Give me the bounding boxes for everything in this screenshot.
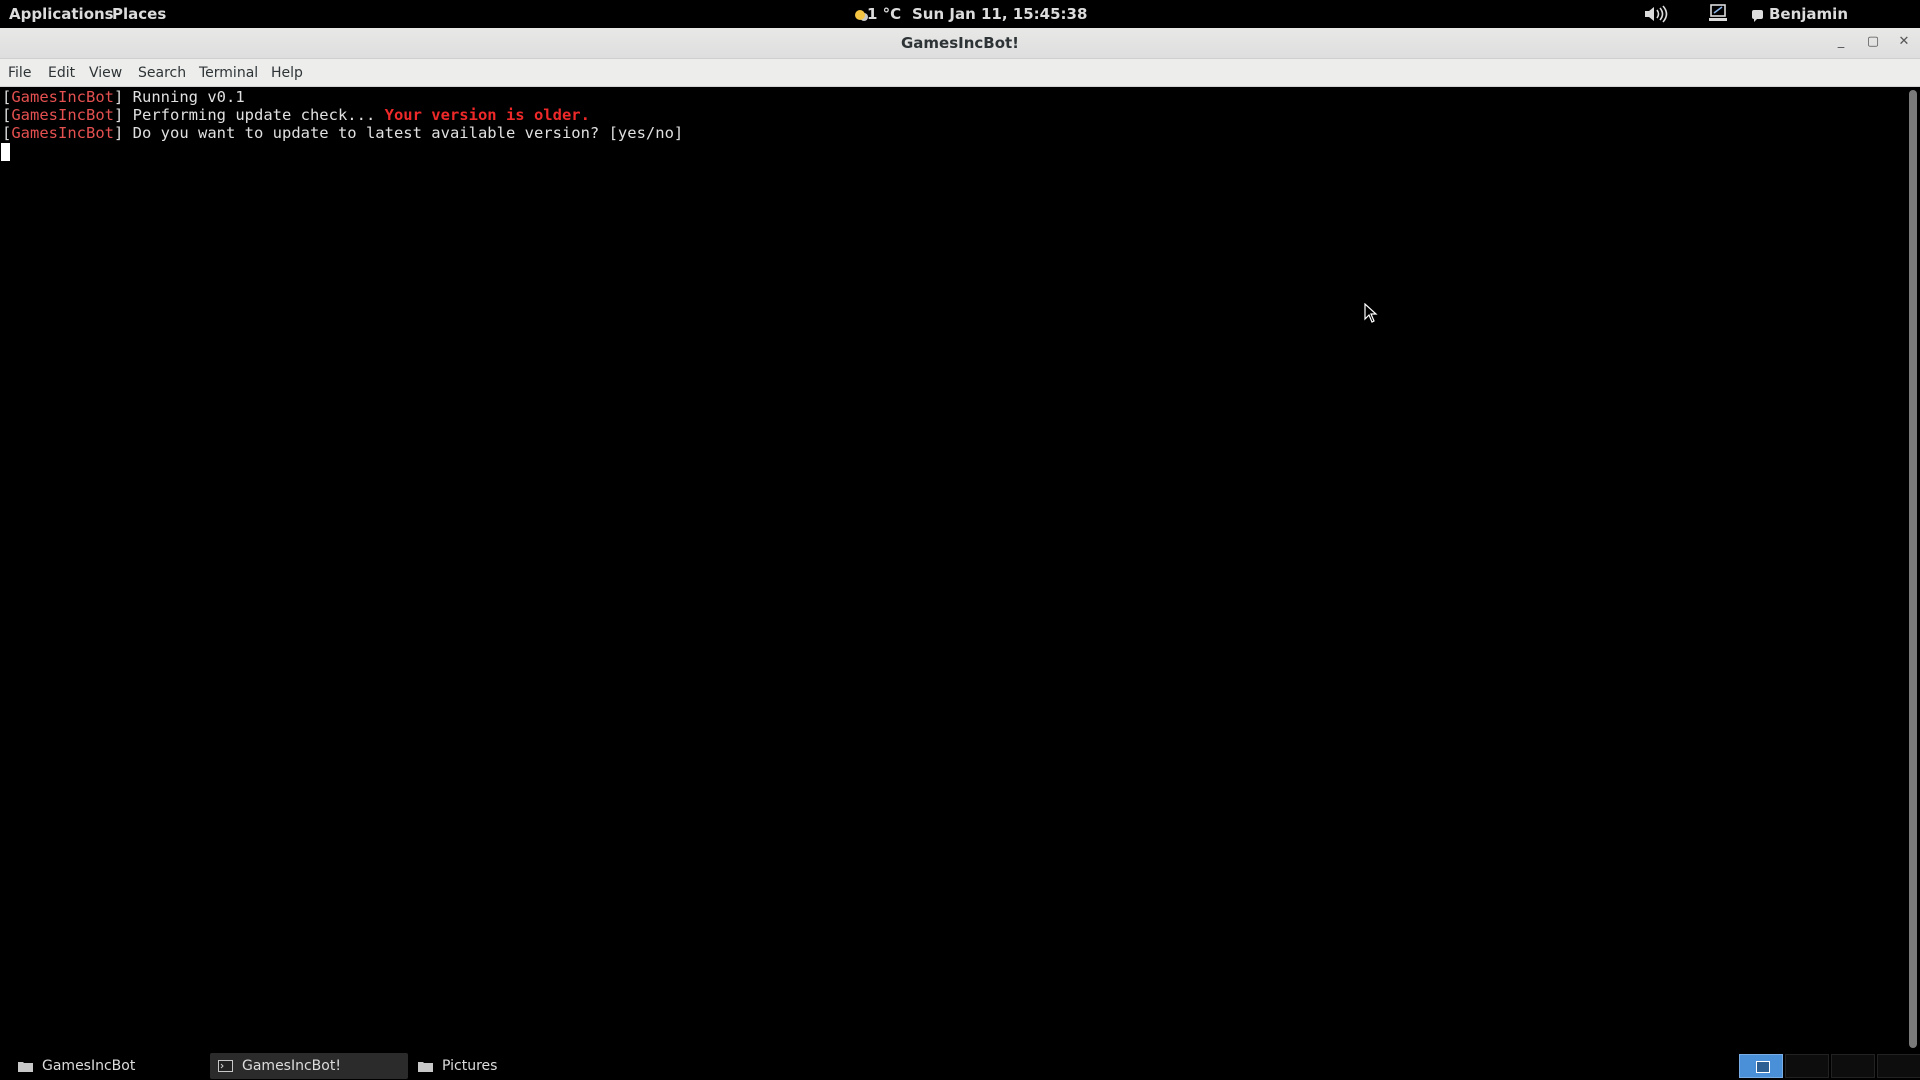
top-panel: Applications Places 1 °C Sun Jan 11, 15:… [0,0,1920,51]
maximize-button[interactable]: ▢ [1861,32,1885,52]
mouse-pointer-icon [1364,303,1378,323]
taskbar-item-label: GamesIncBot! [242,1058,341,1074]
terminal-cursor [1,143,10,161]
terminal-warning: Your version is older. [384,106,590,124]
taskbar-item-label: GamesIncBot [42,1058,136,1074]
menu-search[interactable]: Search [138,59,186,88]
workspace-4[interactable] [1877,1054,1920,1078]
scrollbar-thumb[interactable] [1909,90,1917,1048]
places-menu[interactable]: Places [112,0,166,28]
menubar: File Edit View Search Terminal Help [0,59,1920,87]
window-title: GamesIncBot! [900,34,1020,52]
terminal-prefix: GamesIncBot [11,106,114,124]
terminal-line-text: Do you want to update to latest availabl… [123,124,684,142]
terminal-line-text: Running v0.1 [123,88,245,106]
window-thumbnail [1756,1061,1770,1073]
user-menu[interactable]: Benjamin Schneider [1752,0,1920,51]
menu-view[interactable]: View [89,59,122,88]
folder-icon [418,1062,433,1072]
terminal-icon [218,1060,233,1072]
workspace-3[interactable] [1831,1054,1875,1078]
taskbar-item-active[interactable]: GamesIncBot! [210,1053,408,1079]
taskbar-item-label: Pictures [442,1058,498,1074]
workspace-2[interactable] [1785,1054,1829,1078]
taskbar: GamesIncBot GamesIncBot! Pictures [0,1052,1920,1080]
menu-help[interactable]: Help [271,59,303,88]
workspace-1[interactable] [1739,1054,1783,1078]
volume-icon[interactable] [1643,5,1669,23]
applications-menu[interactable]: Applications [9,0,114,28]
folder-icon [18,1062,33,1072]
menu-terminal[interactable]: Terminal [199,59,258,88]
weather-icon [855,10,865,20]
terminal-line-text: Performing update check... [123,106,385,124]
terminal-line: [GamesIncBot] Running v0.1 [2,88,245,106]
menu-edit[interactable]: Edit [48,59,75,88]
clock[interactable]: Sun Jan 11, 15:45:38 [912,0,1087,28]
close-button[interactable]: ✕ [1892,32,1916,52]
terminal-prefix: GamesIncBot [11,88,114,106]
network-icon[interactable] [1708,3,1728,23]
menu-file[interactable]: File [8,59,31,88]
terminal-prefix: GamesIncBot [11,124,114,142]
chat-icon [1752,10,1763,22]
taskbar-item[interactable]: GamesIncBot [0,1053,208,1079]
weather-indicator[interactable]: 1 °C [855,0,901,28]
terminal-line: [GamesIncBot] Do you want to update to l… [2,124,684,142]
terminal-line: [GamesIncBot] Performing update check...… [2,106,590,124]
window-titlebar[interactable]: GamesIncBot! _ ▢ ✕ [0,28,1920,59]
terminal-output[interactable]: [GamesIncBot] Running v0.1 [GamesIncBot]… [0,87,1906,1051]
terminal-scrollbar[interactable] [1906,87,1920,1051]
weather-temperature: 1 °C [867,5,902,23]
taskbar-item[interactable]: Pictures [410,1053,600,1079]
minimize-button[interactable]: _ [1829,32,1853,52]
